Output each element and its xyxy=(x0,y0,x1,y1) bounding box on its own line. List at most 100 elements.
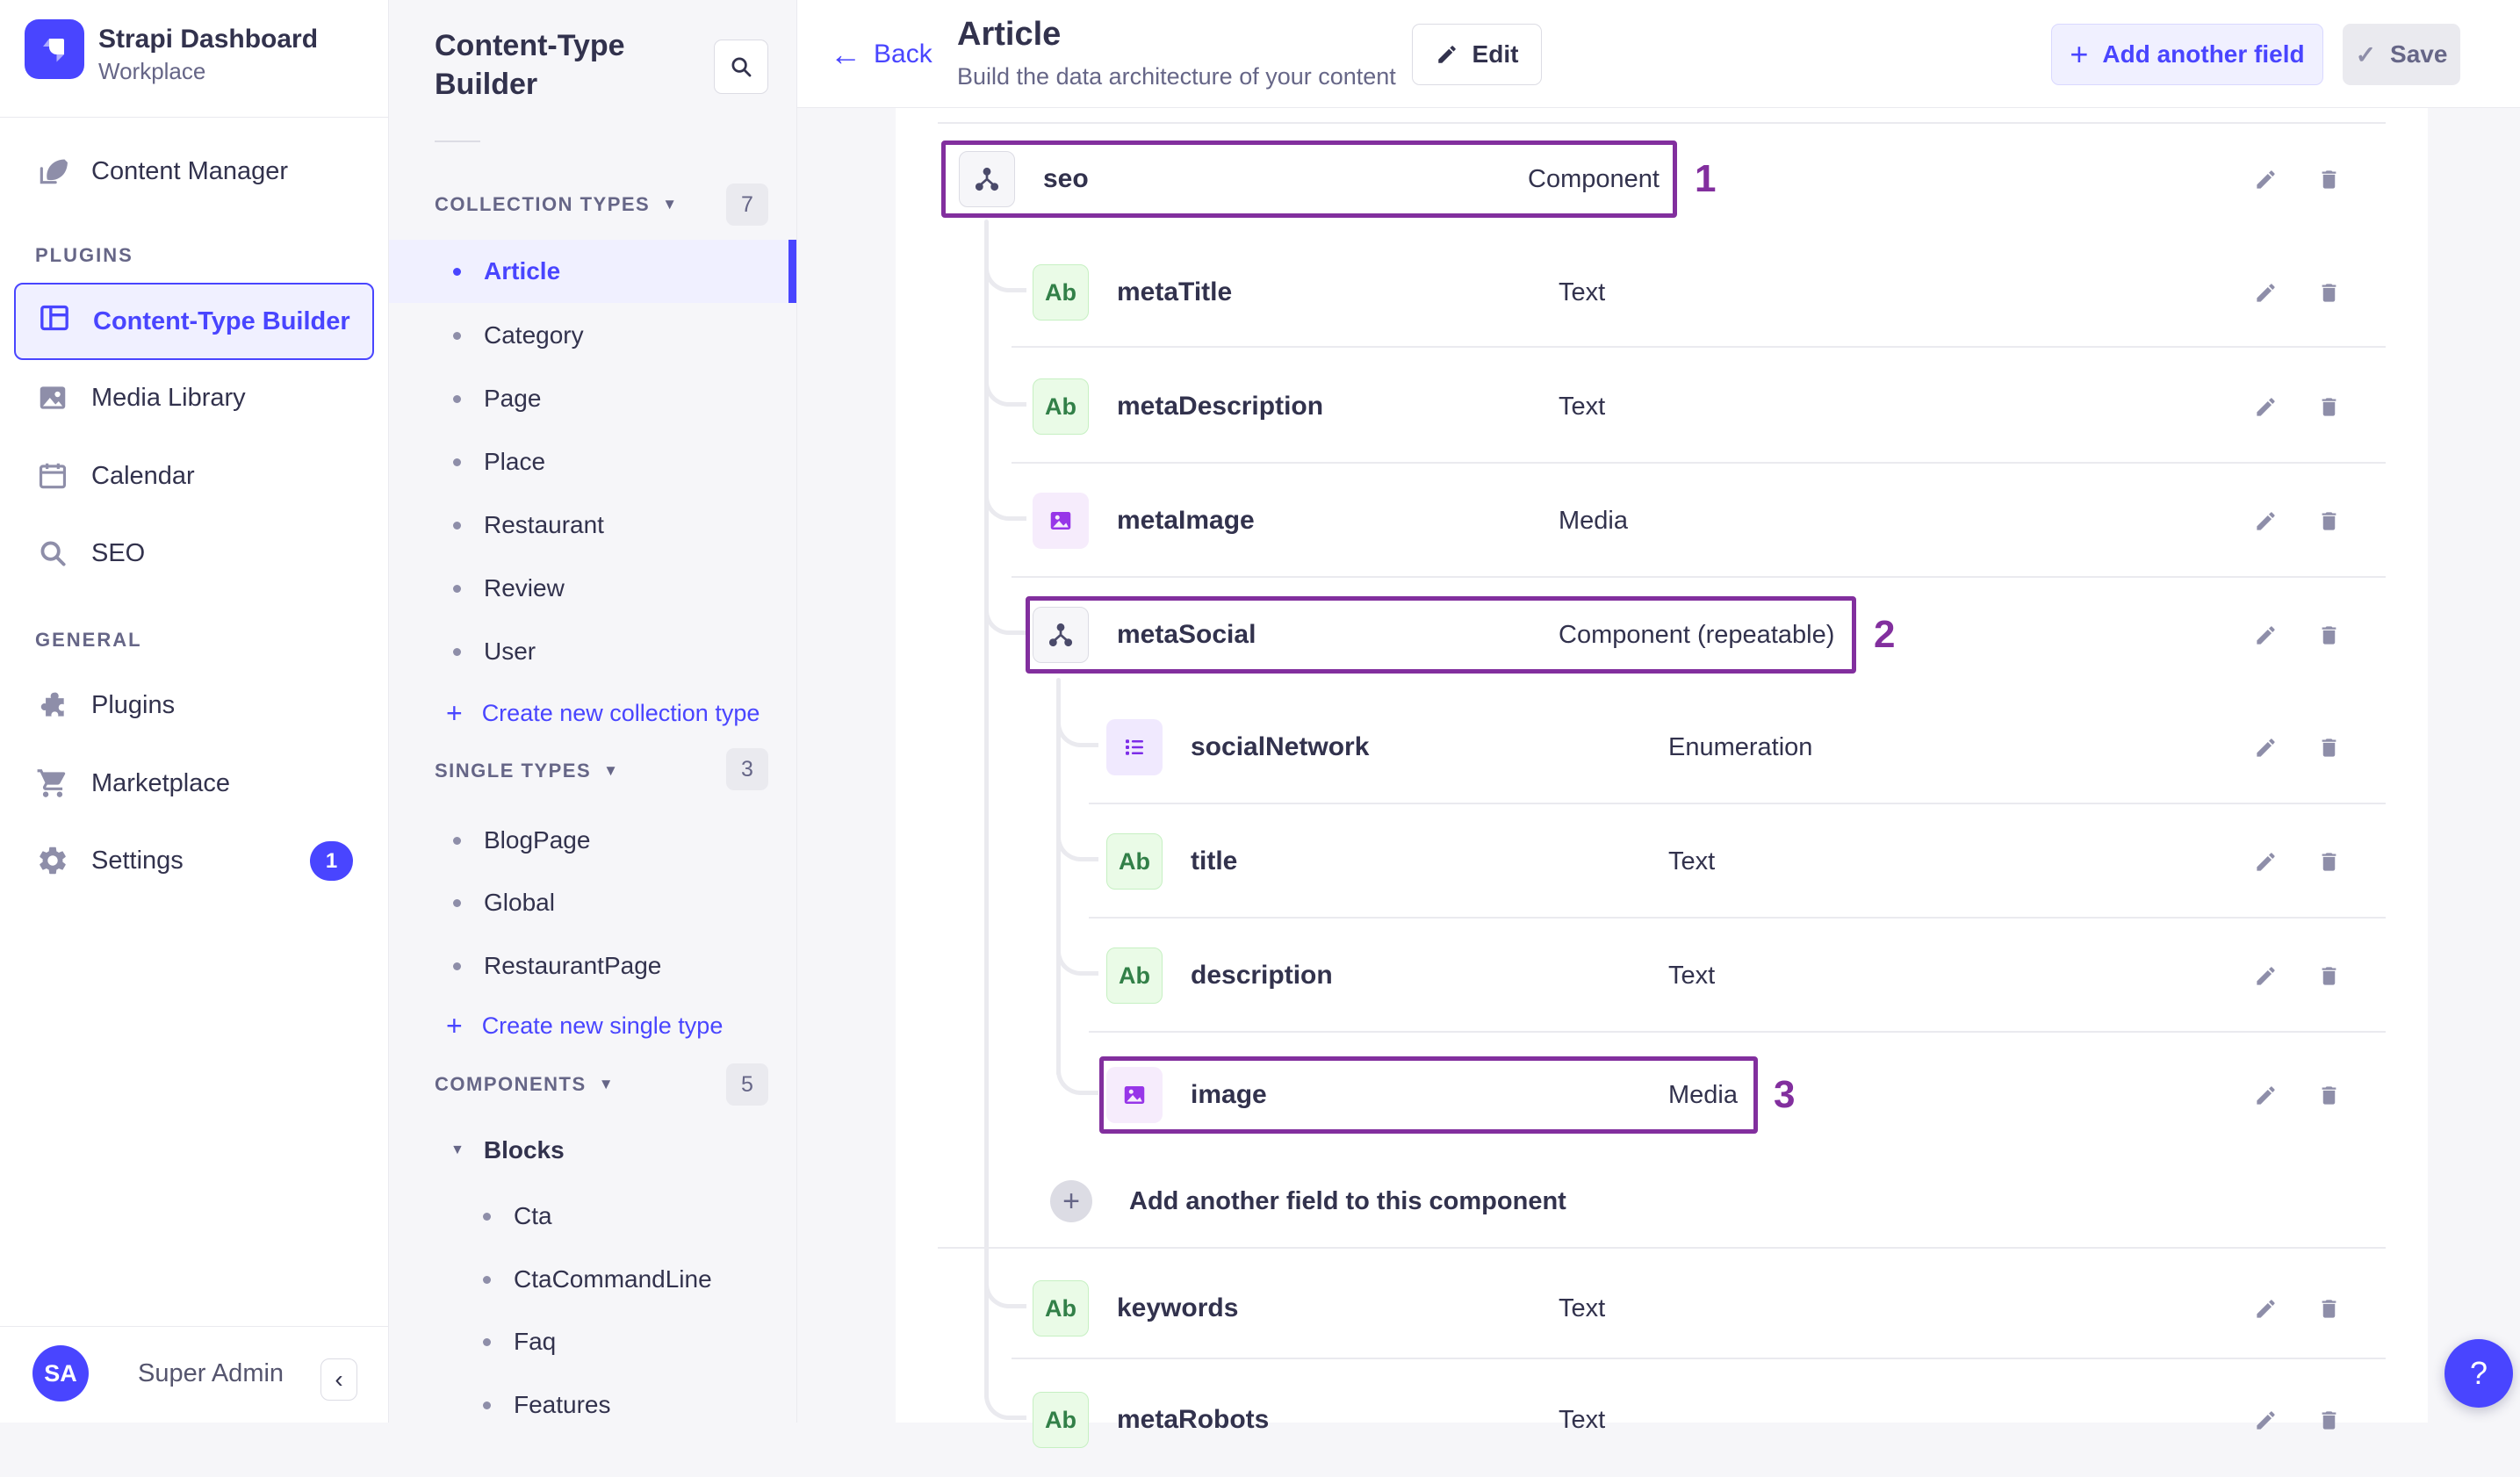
save-button[interactable]: ✓ Save xyxy=(2343,24,2460,85)
feather-icon xyxy=(35,154,70,189)
collapse-sidebar-button[interactable]: ‹ xyxy=(320,1358,357,1401)
sidebar-item-label: Calendar xyxy=(91,461,195,490)
nav-item-label: RestaurantPage xyxy=(484,952,662,979)
bullet-icon xyxy=(453,898,461,907)
nav-item-restaurant[interactable]: Restaurant xyxy=(389,494,796,557)
field-row-socialnetwork: socialNetwork Enumeration xyxy=(938,690,2386,804)
edit-field-button[interactable] xyxy=(2246,501,2285,540)
text-field-icon: Ab xyxy=(1033,1392,1089,1448)
delete-field-button[interactable] xyxy=(2309,273,2348,312)
back-label: Back xyxy=(874,39,932,68)
sidebar-item-media-library[interactable]: Media Library xyxy=(0,370,389,426)
edit-field-button[interactable] xyxy=(2246,616,2285,654)
bullet-icon xyxy=(453,521,461,530)
delete-field-button[interactable] xyxy=(2309,956,2348,995)
delete-field-button[interactable] xyxy=(2309,1401,2348,1439)
add-field-to-component-row[interactable]: + Add another field to this component xyxy=(938,1144,2386,1258)
field-type: Component xyxy=(1528,164,1660,193)
nav-item-blogpage[interactable]: BlogPage xyxy=(389,809,796,872)
field-type: Text xyxy=(1668,961,1716,990)
nav-item-place[interactable]: Place xyxy=(389,430,796,494)
bullet-icon xyxy=(483,1275,491,1284)
edit-field-button[interactable] xyxy=(2246,1076,2285,1114)
collection-types-count: 7 xyxy=(726,184,768,226)
field-name: image xyxy=(1191,1080,1267,1109)
nav-item-page[interactable]: Page xyxy=(389,367,796,430)
user-name: Super Admin xyxy=(138,1359,284,1387)
app-title: Strapi Dashboard xyxy=(98,25,319,54)
delete-field-button[interactable] xyxy=(2309,160,2348,198)
sidebar-item-plugins[interactable]: Plugins xyxy=(0,677,389,733)
single-types-header[interactable]: SINGLE TYPES ▼ xyxy=(435,750,619,792)
annotation-number-1: 1 xyxy=(1695,157,1717,200)
field-row-title: Ab title Text xyxy=(938,804,2386,919)
avatar[interactable]: SA xyxy=(32,1345,89,1401)
delete-field-button[interactable] xyxy=(2309,1076,2348,1114)
edit-field-button[interactable] xyxy=(2246,160,2285,198)
collection-types-header[interactable]: COLLECTION TYPES ▼ xyxy=(435,184,679,226)
media-library-icon xyxy=(35,380,70,415)
nav-item-ctacommandline[interactable]: CtaCommandLine xyxy=(389,1248,796,1311)
section-label: SINGLE TYPES xyxy=(435,760,592,782)
search-icon xyxy=(731,57,752,77)
delete-field-button[interactable] xyxy=(2309,842,2348,881)
edit-field-button[interactable] xyxy=(2246,273,2285,312)
sidebar-item-content-type-builder[interactable]: Content-Type Builder xyxy=(14,283,374,360)
delete-field-button[interactable] xyxy=(2309,616,2348,654)
edit-field-button[interactable] xyxy=(2246,728,2285,767)
nav-title: Content-Type Builder xyxy=(435,29,625,101)
nav-item-global[interactable]: Global xyxy=(389,871,796,934)
edit-label: Edit xyxy=(1472,40,1519,68)
arrow-left-icon: ← xyxy=(830,35,861,72)
sidebar-item-label: Marketplace xyxy=(91,768,230,797)
field-name: metaSocial xyxy=(1117,620,1256,649)
sidebar-item-label: Content Manager xyxy=(91,156,289,185)
nav-item-label: Review xyxy=(484,574,565,602)
nav-item-features[interactable]: Features xyxy=(389,1373,796,1437)
back-link[interactable]: ← Back xyxy=(830,0,932,108)
workspace-name: Workplace xyxy=(98,58,206,84)
create-collection-type-link[interactable]: + Create new collection type xyxy=(446,687,760,739)
add-another-field-button[interactable]: + Add another field xyxy=(2051,24,2323,85)
sidebar-item-marketplace[interactable]: Marketplace xyxy=(0,755,389,811)
nav-item-label: User xyxy=(484,638,536,665)
strapi-logo xyxy=(25,19,84,79)
edit-field-button[interactable] xyxy=(2246,842,2285,881)
field-name: metaDescription xyxy=(1117,392,1324,421)
help-button[interactable]: ? xyxy=(2444,1339,2513,1408)
nav-item-cta[interactable]: Cta xyxy=(389,1185,796,1248)
nav-item-label: Restaurant xyxy=(484,511,604,538)
nav-item-user[interactable]: User xyxy=(389,620,796,683)
components-header[interactable]: COMPONENTS ▼ xyxy=(435,1063,615,1106)
nav-item-restaurantpage[interactable]: RestaurantPage xyxy=(389,934,796,998)
page-title: Article xyxy=(957,16,1062,53)
nav-item-faq[interactable]: Faq xyxy=(389,1310,796,1373)
nav-item-category[interactable]: Category xyxy=(389,304,796,367)
delete-field-button[interactable] xyxy=(2309,728,2348,767)
layout-grid-icon xyxy=(37,300,72,342)
edit-field-button[interactable] xyxy=(2246,387,2285,426)
edit-field-button[interactable] xyxy=(2246,1401,2285,1439)
component-group-blocks[interactable]: ▼ Blocks xyxy=(389,1122,796,1178)
nav-item-review[interactable]: Review xyxy=(389,557,796,620)
text-field-icon: Ab xyxy=(1106,947,1163,1004)
create-single-type-link[interactable]: + Create new single type xyxy=(446,999,723,1052)
field-type: Text xyxy=(1668,847,1716,875)
edit-button[interactable]: Edit xyxy=(1412,24,1542,85)
bullet-icon xyxy=(453,331,461,340)
sidebar-item-seo[interactable]: SEO xyxy=(0,525,389,581)
strapi-logo-icon xyxy=(43,39,64,62)
field-name: socialNetwork xyxy=(1191,732,1370,761)
nav-item-article[interactable]: Article xyxy=(389,240,796,303)
sidebar-item-content-manager[interactable]: Content Manager xyxy=(0,143,389,199)
delete-field-button[interactable] xyxy=(2309,1289,2348,1328)
search-button[interactable] xyxy=(714,40,768,94)
edit-field-button[interactable] xyxy=(2246,956,2285,995)
delete-field-button[interactable] xyxy=(2309,387,2348,426)
components-count: 5 xyxy=(726,1063,768,1106)
sidebar-item-calendar[interactable]: Calendar xyxy=(0,448,389,504)
bullet-icon xyxy=(453,584,461,593)
edit-field-button[interactable] xyxy=(2246,1289,2285,1328)
delete-field-button[interactable] xyxy=(2309,501,2348,540)
plus-circle-icon[interactable]: + xyxy=(1050,1180,1092,1222)
